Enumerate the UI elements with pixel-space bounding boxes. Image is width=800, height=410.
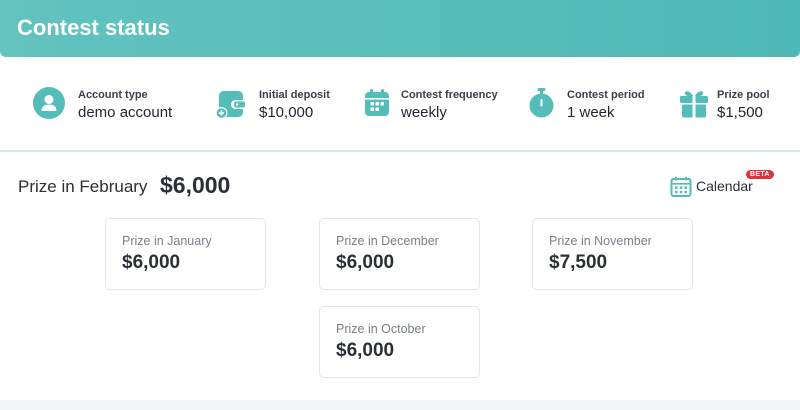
- bottom-divider: [0, 400, 800, 410]
- calendar-grid-icon: [670, 176, 692, 197]
- page-title: Contest status: [17, 15, 170, 40]
- info-label: Prize pool: [717, 89, 770, 101]
- calendar-icon: [365, 89, 389, 116]
- prize-card-value: $6,000: [336, 340, 395, 361]
- prize-card-october: Prize in October $6,000: [319, 306, 480, 378]
- prize-card-value: $7,500: [549, 252, 608, 273]
- user-icon: [33, 87, 65, 119]
- current-prize-label: Prize in February: [18, 177, 148, 196]
- prize-card-january: Prize in January $6,000: [105, 218, 266, 290]
- prize-card-november: Prize in November $7,500: [532, 218, 693, 290]
- gift-icon: [680, 91, 708, 118]
- prize-card-label: Prize in October: [336, 322, 426, 336]
- prize-card-december: Prize in December $6,000: [319, 218, 480, 290]
- info-label: Initial deposit: [259, 89, 330, 101]
- contest-info-row: Account type demo account Initial deposi…: [0, 57, 800, 152]
- current-prize-value: $6,000: [160, 172, 231, 198]
- contest-header: Contest status: [0, 0, 800, 57]
- info-label: Account type: [78, 89, 148, 101]
- info-value: weekly: [401, 104, 447, 121]
- prize-card-label: Prize in January: [122, 234, 212, 248]
- info-value: demo account: [78, 104, 173, 121]
- stopwatch-icon: [529, 88, 554, 118]
- info-label: Contest period: [567, 89, 645, 101]
- prize-card-label: Prize in December: [336, 234, 439, 248]
- prize-card-value: $6,000: [336, 252, 395, 273]
- beta-badge: BETA: [746, 170, 774, 179]
- calendar-button[interactable]: Calendar BETA: [670, 170, 780, 200]
- prize-card-label: Prize in November: [549, 234, 652, 248]
- wallet-plus-icon: [215, 91, 245, 119]
- info-value: $1,500: [717, 104, 763, 121]
- info-label: Contest frequency: [401, 89, 498, 101]
- info-value: $10,000: [259, 104, 314, 121]
- info-value: 1 week: [567, 104, 615, 121]
- calendar-label: Calendar: [696, 178, 753, 194]
- prize-card-value: $6,000: [122, 252, 181, 273]
